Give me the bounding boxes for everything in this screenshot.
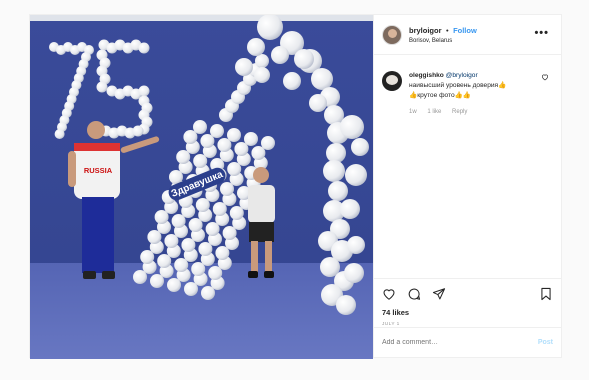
instagram-post: Здравушка RUSSIA bryloigor • Follow Bori… [29,14,562,359]
comment-likes[interactable]: 1 like [427,109,441,115]
arch-balloon [326,143,346,163]
arch-balloon [345,164,367,186]
post-sidebar: bryloigor • Follow Borisov, Belarus ••• … [373,15,561,357]
arch-balloon [247,38,265,56]
arch-balloon [283,72,301,90]
arch-balloon [351,138,369,156]
author-info: bryloigor • Follow Borisov, Belarus [409,24,477,46]
author-avatar[interactable] [382,24,402,45]
arch-balloon [336,295,356,315]
separator-dot: • [445,25,449,35]
more-options-icon[interactable]: ••• [534,27,549,39]
bottle-balloon [244,132,258,146]
arch-balloon [340,199,360,219]
number-balloon [96,81,108,93]
post-header: bryloigor • Follow Borisov, Belarus ••• [374,15,561,55]
number-balloon [54,129,65,139]
arch-balloon [254,67,270,83]
arch-balloon [340,115,364,139]
follow-button[interactable]: Follow [453,26,477,35]
post-photo[interactable]: Здравушка RUSSIA [30,15,373,359]
action-icons [382,283,553,305]
arch-balloon [294,49,314,69]
number-balloon [132,125,144,137]
comment-body: oleggishko @bryloigor наивысший уровень … [409,71,506,117]
arch-balloon [328,181,348,201]
number-balloon [138,42,150,54]
comment-meta: 1w 1 like Reply [409,107,506,117]
author-username[interactable]: bryloigor [409,26,442,35]
save-bookmark-icon[interactable] [539,287,553,301]
arch-balloon [324,105,344,125]
location-link[interactable]: Borisov, Belarus [409,36,477,46]
arch-balloon [271,46,289,64]
comment-mention[interactable]: @bryloigor [446,72,478,79]
arch-balloon [311,68,333,90]
bottle-balloon [210,124,224,138]
bottle-balloon [227,128,241,142]
shirt-text: RUSSIA [84,166,113,175]
arch-balloon [347,236,365,254]
add-comment-input[interactable] [382,339,538,346]
number-balloon [138,85,150,97]
arch-balloon [257,15,283,40]
reply-button[interactable]: Reply [452,109,467,115]
comment-time[interactable]: 1w [409,109,417,115]
comment-bubble-icon[interactable] [407,287,421,301]
comment-item: oleggishko @bryloigor наивысший уровень … [382,71,554,117]
arch-balloon [309,94,327,112]
like-heart-icon[interactable] [382,287,396,301]
comment-text-line1: наивысший уровень доверия👍 [409,82,507,89]
share-send-icon[interactable] [432,287,446,301]
arch-balloon [235,58,253,76]
bottle-balloon [193,120,207,134]
comment-like-heart-icon[interactable] [541,73,549,81]
photo-illustration: Здравушка RUSSIA [30,15,373,359]
add-comment-bar: Post [374,327,561,357]
bottle-balloon [255,54,269,68]
commenter-avatar[interactable] [382,71,402,91]
bottle-balloon [261,136,275,150]
arch-balloon [323,160,345,182]
arch-balloon [344,263,364,283]
post-comment-button[interactable]: Post [538,339,553,346]
likes-count[interactable]: 74 likes [382,308,553,317]
comment-text-line2: 👍крутое фото👍👍 [409,92,472,99]
commenter-username[interactable]: oleggishko [409,72,444,79]
